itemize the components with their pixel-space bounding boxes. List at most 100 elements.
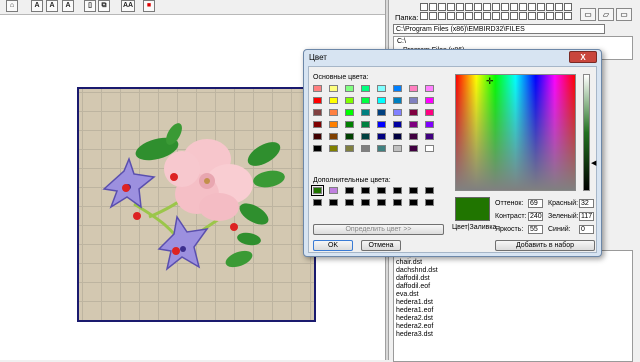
color-swatch[interactable] — [425, 145, 434, 152]
list-item[interactable]: hedera1.eof — [394, 307, 632, 315]
list-item[interactable]: hedera2.eof — [394, 323, 632, 331]
drive-button[interactable] — [429, 12, 437, 20]
color-swatch[interactable] — [409, 109, 418, 116]
color-swatch[interactable] — [425, 187, 434, 194]
color-swatch[interactable] — [311, 185, 324, 196]
color-swatch[interactable] — [409, 85, 418, 92]
blue-field[interactable]: 0 — [579, 225, 594, 234]
color-swatch[interactable] — [345, 97, 354, 104]
drive-button[interactable] — [465, 12, 473, 20]
color-swatch[interactable] — [313, 145, 322, 152]
color-swatch[interactable] — [425, 133, 434, 140]
color-swatch[interactable] — [377, 109, 386, 116]
color-swatch[interactable] — [345, 187, 354, 194]
saturation-field[interactable]: 240 — [528, 212, 543, 221]
drive-button[interactable] — [483, 12, 491, 20]
up-folder-icon[interactable]: ▭ — [580, 8, 596, 21]
color-swatch[interactable] — [393, 121, 402, 128]
drive-button[interactable] — [492, 12, 500, 20]
color-swatch[interactable] — [313, 133, 322, 140]
drive-button[interactable] — [447, 3, 455, 11]
hue-field[interactable]: 69 — [528, 199, 543, 208]
color-swatch[interactable] — [393, 85, 402, 92]
color-swatch[interactable] — [313, 109, 322, 116]
color-swatch[interactable] — [313, 85, 322, 92]
color-swatch[interactable] — [361, 121, 370, 128]
red-field[interactable]: 32 — [579, 199, 594, 208]
color-swatch[interactable] — [377, 133, 386, 140]
drive-button[interactable] — [465, 3, 473, 11]
drive-button[interactable] — [429, 3, 437, 11]
color-spectrum[interactable]: ✛ — [455, 74, 576, 191]
color-swatch[interactable] — [393, 199, 402, 206]
drive-button[interactable] — [528, 3, 536, 11]
color-swatch[interactable] — [329, 121, 338, 128]
drive-button[interactable] — [519, 3, 527, 11]
define-color-button[interactable]: Определить цвет >> — [313, 224, 444, 235]
drive-button[interactable] — [546, 12, 554, 20]
color-swatch[interactable] — [329, 97, 338, 104]
color-swatch[interactable] — [377, 85, 386, 92]
green-field[interactable]: 117 — [579, 212, 594, 221]
color-swatch[interactable] — [313, 199, 322, 206]
add-to-custom-button[interactable]: Добавить в набор — [495, 240, 595, 251]
list-item[interactable]: daffodil.dst — [394, 275, 632, 283]
drive-button[interactable] — [564, 3, 572, 11]
color-swatch[interactable] — [425, 97, 434, 104]
toolbar-button-text[interactable]: A — [31, 0, 43, 12]
color-swatch[interactable] — [313, 97, 322, 104]
color-swatch[interactable] — [425, 85, 434, 92]
folder-path[interactable]: C:\Program Files (x86)\EMBIRD32\FILES — [393, 24, 605, 34]
color-swatch[interactable] — [345, 121, 354, 128]
color-swatch[interactable] — [329, 187, 338, 194]
drive-button[interactable] — [519, 12, 527, 20]
list-item[interactable]: hedera3.dst — [394, 331, 632, 339]
list-item[interactable]: hedera1.dst — [394, 299, 632, 307]
color-swatch[interactable] — [425, 121, 434, 128]
color-swatch[interactable] — [361, 199, 370, 206]
color-swatch[interactable] — [393, 145, 402, 152]
drive-button[interactable] — [501, 3, 509, 11]
color-swatch[interactable] — [361, 187, 370, 194]
toolbar-button-select[interactable]: ⌂ — [6, 0, 18, 12]
drive-button[interactable] — [474, 3, 482, 11]
color-swatch[interactable] — [345, 109, 354, 116]
color-swatch[interactable] — [329, 199, 338, 206]
color-swatch[interactable] — [361, 145, 370, 152]
color-swatch[interactable] — [313, 121, 322, 128]
color-swatch[interactable] — [361, 109, 370, 116]
color-swatch[interactable] — [393, 133, 402, 140]
drive-button[interactable] — [510, 3, 518, 11]
toolbar-button-copy[interactable]: ⧉ — [98, 0, 110, 12]
drive-button[interactable] — [483, 3, 491, 11]
tree-item-drive[interactable]: C:\ — [394, 37, 632, 46]
list-item[interactable]: hedera2.dst — [394, 315, 632, 323]
drive-button[interactable] — [555, 3, 563, 11]
cancel-button[interactable]: Отмена — [361, 240, 401, 251]
toolbar-button-stop[interactable]: ■ — [143, 0, 155, 12]
luminance-field[interactable]: 55 — [528, 225, 543, 234]
drive-button[interactable] — [528, 12, 536, 20]
color-swatch[interactable] — [393, 187, 402, 194]
toolbar-button-page[interactable]: ▯ — [84, 0, 96, 12]
color-swatch[interactable] — [329, 133, 338, 140]
color-swatch[interactable] — [361, 133, 370, 140]
drive-button[interactable] — [474, 12, 482, 20]
color-swatch[interactable] — [345, 199, 354, 206]
color-swatch[interactable] — [377, 97, 386, 104]
color-swatch[interactable] — [345, 145, 354, 152]
color-swatch[interactable] — [377, 187, 386, 194]
color-swatch[interactable] — [425, 109, 434, 116]
drive-button[interactable] — [546, 3, 554, 11]
color-swatch[interactable] — [377, 199, 386, 206]
color-swatch[interactable] — [329, 109, 338, 116]
color-swatch[interactable] — [329, 145, 338, 152]
color-swatch[interactable] — [409, 97, 418, 104]
folder-icon[interactable]: ▭ — [616, 8, 632, 21]
color-swatch[interactable] — [393, 97, 402, 104]
color-swatch[interactable] — [409, 199, 418, 206]
drive-button[interactable] — [420, 12, 428, 20]
color-swatch[interactable] — [409, 187, 418, 194]
luminance-slider[interactable] — [583, 74, 590, 191]
new-folder-icon[interactable]: ▱ — [598, 8, 614, 21]
